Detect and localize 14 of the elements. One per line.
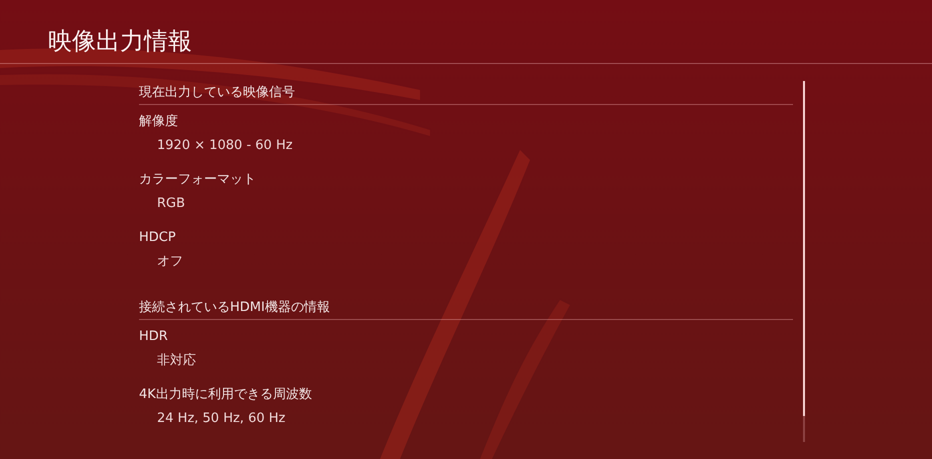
info-value: 1920 × 1080 - 60 Hz [156,137,294,155]
info-value: 24 Hz, 50 Hz, 60 Hz [156,410,286,428]
info-label: HDCP [139,229,177,247]
scrollbar[interactable] [803,81,805,442]
info-label: カラーフォーマット [139,171,257,189]
info-value: RGB [156,195,186,213]
section-heading: 接続されているHDMI機器の情報 [139,297,793,320]
screen-title: 映像出力情報 [48,26,192,56]
info-label: HDR [139,328,169,346]
section-heading: 現在出力している映像信号 [139,82,793,105]
info-label: 4K出力時に利用できる周波数 [139,386,313,404]
info-value: オフ [156,253,184,271]
info-label: 解像度 [139,113,179,131]
info-value: 非対応 [156,352,197,370]
